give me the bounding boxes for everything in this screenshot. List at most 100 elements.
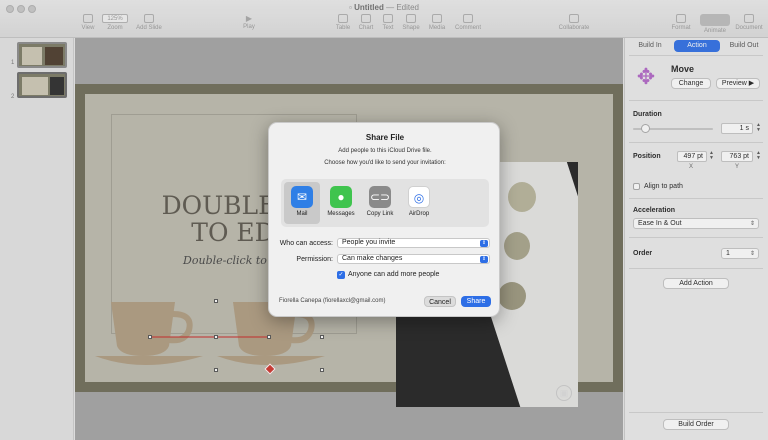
dialog-title: Share File	[365, 133, 405, 142]
table-icon	[338, 14, 348, 23]
toolbar-format-label: Format	[671, 25, 691, 31]
preview-button[interactable]: Preview ▶	[716, 78, 760, 89]
acceleration-label: Acceleration	[633, 207, 676, 214]
access-select[interactable]: People you invite ⇕	[337, 238, 490, 248]
add-people-label: Anyone can add more people	[348, 271, 440, 278]
animate-icon	[700, 14, 730, 26]
acceleration-value: Ease In & Out	[638, 220, 682, 227]
toolbar-shape-label: Shape	[402, 25, 420, 31]
duration-slider-knob[interactable]	[641, 124, 650, 133]
document-inspector-icon	[744, 14, 754, 23]
move-arrows-icon: ✥	[636, 64, 656, 89]
share-method-picker: ✉ Mail ● Messages ⊂⊃ Copy Link ◎ AirDrop	[281, 179, 489, 227]
slide-number: 1	[11, 60, 15, 66]
divider	[629, 237, 763, 238]
share-method-copy-link[interactable]: ⊂⊃ Copy Link	[362, 182, 398, 224]
account-label: Fiorella Canepa (fiorellaxcl@gmail.com)	[279, 298, 386, 304]
share-method-airdrop[interactable]: ◎ AirDrop	[401, 182, 437, 224]
share-method-mail[interactable]: ✉ Mail	[284, 182, 320, 224]
divider	[629, 412, 763, 413]
play-icon: ▶	[245, 14, 253, 23]
position-y-field[interactable]: 763 pt	[721, 151, 753, 162]
share-method-label: Mail	[296, 211, 308, 217]
position-y-caption: Y	[735, 164, 740, 170]
chart-icon	[361, 14, 371, 23]
selection-handle[interactable]	[214, 368, 218, 372]
share-method-label: Copy Link	[366, 211, 394, 217]
tab-action[interactable]: Action	[674, 40, 720, 52]
chevron-updown-icon: ⇕	[749, 251, 755, 257]
toolbar-chart-button[interactable]: Chart	[356, 14, 376, 31]
toolbar-comment-label: Comment	[454, 25, 481, 31]
divider	[629, 268, 763, 269]
selection-handle[interactable]	[214, 335, 218, 339]
selection-handle[interactable]	[320, 368, 324, 372]
selection-handle[interactable]	[214, 299, 218, 303]
share-method-label: Messages	[327, 211, 355, 217]
mail-icon: ✉	[291, 186, 313, 208]
effect-name: Move	[671, 64, 695, 74]
copy-link-icon: ⊂⊃	[369, 186, 391, 208]
toolbar-table-label: Table	[335, 25, 351, 31]
share-method-messages[interactable]: ● Messages	[323, 182, 359, 224]
position-x-field[interactable]: 497 pt	[677, 151, 707, 162]
window-title-status: — Edited	[386, 3, 419, 12]
share-button[interactable]: Share	[461, 296, 491, 307]
chevron-updown-icon: ⇕	[480, 256, 488, 263]
toolbar-add-slide-button[interactable]: Add Slide	[134, 14, 164, 31]
add-action-button[interactable]: Add Action	[663, 278, 729, 289]
divider	[629, 55, 763, 56]
airdrop-icon: ◎	[408, 186, 430, 208]
build-order-button[interactable]: Build Order	[663, 419, 729, 430]
tab-build-out[interactable]: Build Out	[723, 40, 765, 52]
slide-thumbnail-1[interactable]	[17, 42, 67, 68]
toolbar-text-button[interactable]: Text	[380, 14, 396, 31]
add-slide-icon	[144, 14, 154, 23]
add-people-checkbox[interactable]: ✓	[337, 271, 345, 279]
slide-number: 2	[11, 94, 15, 100]
cancel-button[interactable]: Cancel	[424, 296, 456, 307]
slide-navigator: 1 2	[0, 38, 74, 440]
toolbar-format-button[interactable]: Format	[670, 14, 692, 31]
toolbar-document-button[interactable]: Document	[734, 14, 764, 31]
duration-field[interactable]: 1 s	[721, 123, 753, 134]
change-button[interactable]: Change	[671, 78, 711, 89]
toolbar-collaborate-label: Collaborate	[558, 25, 590, 31]
toolbar-table-button[interactable]: Table	[334, 14, 352, 31]
toolbar-animate-label: Animate	[703, 28, 726, 34]
selection-handle[interactable]	[267, 335, 271, 339]
position-label: Position	[633, 153, 661, 160]
selection-handle[interactable]	[320, 335, 324, 339]
duration-stepper[interactable]: ▲ ▼	[755, 123, 762, 133]
order-select[interactable]: 1 ⇕	[721, 248, 759, 259]
toolbar-media-button[interactable]: Media	[426, 14, 448, 31]
acceleration-select[interactable]: Ease In & Out ⇕	[633, 218, 759, 229]
zoom-value: 125%	[102, 14, 128, 23]
replace-image-icon[interactable]: ▣	[556, 385, 572, 401]
position-x-stepper[interactable]: ▲ ▼	[708, 151, 715, 161]
permission-select[interactable]: Can make changes ⇕	[337, 254, 490, 264]
toolbar-animate-button[interactable]: Animate	[698, 14, 732, 34]
tab-build-in[interactable]: Build In	[629, 40, 671, 52]
selection-handle[interactable]	[148, 335, 152, 339]
text-icon	[383, 14, 393, 23]
toolbar-collaborate-button[interactable]: Collaborate	[554, 14, 594, 31]
toolbar-comment-button[interactable]: Comment	[452, 14, 484, 31]
window-title: ▫ Untitled — Edited	[0, 3, 768, 12]
position-y-stepper[interactable]: ▲ ▼	[755, 151, 762, 161]
toolbar-play-button[interactable]: ▶ Play	[239, 14, 259, 30]
toolbar: ▫ Untitled — Edited View 125% Zoom Add S…	[0, 0, 768, 38]
slide-thumbnail-2[interactable]	[17, 72, 67, 98]
collaborate-icon	[569, 14, 579, 23]
messages-icon: ●	[330, 186, 352, 208]
toolbar-media-label: Media	[428, 25, 446, 31]
inspector-tabs: Build In Action Build Out	[629, 40, 765, 52]
media-icon	[432, 14, 442, 23]
toolbar-play-label: Play	[243, 24, 255, 30]
align-to-path-checkbox[interactable]	[633, 183, 640, 190]
share-method-label: AirDrop	[408, 211, 430, 217]
toolbar-shape-button[interactable]: Shape	[400, 14, 422, 31]
divider	[629, 198, 763, 199]
toolbar-zoom-select[interactable]: 125% Zoom	[100, 14, 130, 31]
toolbar-view-button[interactable]: View	[80, 14, 96, 31]
